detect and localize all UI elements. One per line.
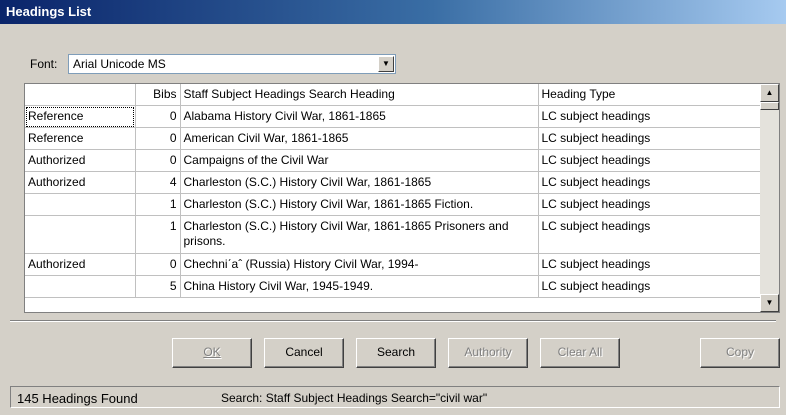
- copy-button[interactable]: Copy: [700, 338, 780, 368]
- row-heading[interactable]: Chechniˊaˆ (Russia) History Civil War, 1…: [180, 253, 539, 276]
- row-bibs[interactable]: 1: [135, 215, 181, 254]
- search-button-label: Search: [376, 345, 416, 359]
- row-status[interactable]: [25, 275, 136, 298]
- table-row[interactable]: 1 Charleston (S.C.) History Civil War, 1…: [25, 215, 761, 254]
- row-bibs[interactable]: 0: [135, 149, 181, 172]
- row-bibs[interactable]: 0: [135, 127, 181, 150]
- table-row[interactable]: Reference 0 American Civil War, 1861-186…: [25, 127, 761, 150]
- cancel-button[interactable]: Cancel: [264, 338, 344, 368]
- column-header-status[interactable]: [25, 84, 136, 106]
- search-button[interactable]: Search: [356, 338, 436, 368]
- authority-button-label: Authority: [464, 345, 512, 359]
- row-heading[interactable]: American Civil War, 1861-1865: [180, 127, 539, 150]
- row-status[interactable]: [25, 193, 136, 216]
- font-label: Font:: [30, 57, 58, 71]
- row-type[interactable]: LC subject headings: [538, 275, 761, 298]
- font-select-value: Arial Unicode MS: [73, 57, 166, 71]
- row-heading[interactable]: Charleston (S.C.) History Civil War, 186…: [180, 215, 539, 254]
- row-status[interactable]: Authorized: [25, 149, 136, 172]
- clear-all-button-label: Clear All: [557, 345, 603, 359]
- row-status[interactable]: Reference: [25, 127, 136, 150]
- row-heading[interactable]: Charleston (S.C.) History Civil War, 186…: [180, 171, 539, 194]
- row-bibs[interactable]: 0: [135, 105, 181, 128]
- status-bar: 145 Headings Found Search: Staff Subject…: [10, 386, 780, 408]
- row-type[interactable]: LC subject headings: [538, 149, 761, 172]
- column-header-bibs[interactable]: Bibs: [135, 84, 181, 106]
- row-status[interactable]: [25, 215, 136, 254]
- row-heading[interactable]: Charleston (S.C.) History Civil War, 186…: [180, 193, 539, 216]
- window-title: Headings List: [0, 0, 786, 24]
- column-header-type[interactable]: Heading Type: [538, 84, 761, 106]
- row-status[interactable]: Authorized: [25, 253, 136, 276]
- column-header-heading[interactable]: Staff Subject Headings Search Heading: [180, 84, 539, 106]
- row-bibs[interactable]: 0: [135, 253, 181, 276]
- row-heading[interactable]: Campaigns of the Civil War: [180, 149, 539, 172]
- clear-all-button[interactable]: Clear All: [540, 338, 620, 368]
- row-bibs[interactable]: 1: [135, 193, 181, 216]
- authority-button[interactable]: Authority: [448, 338, 528, 368]
- cancel-button-label: Cancel: [285, 345, 323, 359]
- row-type[interactable]: LC subject headings: [538, 253, 761, 276]
- status-count: 145 Headings Found: [17, 391, 138, 406]
- scrollbar-thumb[interactable]: [760, 102, 779, 110]
- font-select[interactable]: Arial Unicode MS ▼: [68, 54, 396, 74]
- table-row[interactable]: Authorized 4 Charleston (S.C.) History C…: [25, 171, 761, 194]
- row-heading[interactable]: China History Civil War, 1945-1949.: [180, 275, 539, 298]
- row-type[interactable]: LC subject headings: [538, 193, 761, 216]
- status-search: Search: Staff Subject Headings Search="c…: [221, 391, 488, 405]
- headings-table: Bibs Staff Subject Headings Search Headi…: [25, 84, 761, 298]
- table-row[interactable]: 1 Charleston (S.C.) History Civil War, 1…: [25, 193, 761, 216]
- table-row[interactable]: Authorized 0 Chechniˊaˆ (Russia) History…: [25, 253, 761, 276]
- table-row[interactable]: 5 China History Civil War, 1945-1949. LC…: [25, 275, 761, 298]
- scroll-up-icon[interactable]: ▲: [760, 84, 779, 102]
- copy-button-label: Copy: [725, 345, 754, 359]
- row-type[interactable]: LC subject headings: [538, 215, 761, 254]
- row-type[interactable]: LC subject headings: [538, 127, 761, 150]
- row-status[interactable]: Authorized: [25, 171, 136, 194]
- ok-button-label: OK: [203, 345, 221, 359]
- table-row[interactable]: Reference 0 Alabama History Civil War, 1…: [25, 105, 761, 128]
- row-bibs[interactable]: 5: [135, 275, 181, 298]
- ok-button[interactable]: OK: [172, 338, 252, 368]
- table-header-row: Bibs Staff Subject Headings Search Headi…: [25, 84, 761, 106]
- scroll-down-icon[interactable]: ▼: [760, 294, 779, 312]
- row-status[interactable]: Reference: [25, 105, 136, 128]
- row-bibs[interactable]: 4: [135, 171, 181, 194]
- vertical-scrollbar[interactable]: ▲ ▼: [760, 84, 779, 312]
- chevron-down-icon[interactable]: ▼: [378, 56, 394, 72]
- separator: [10, 320, 776, 322]
- row-type[interactable]: LC subject headings: [538, 105, 761, 128]
- row-heading[interactable]: Alabama History Civil War, 1861-1865: [180, 105, 539, 128]
- row-type[interactable]: LC subject headings: [538, 171, 761, 194]
- headings-grid[interactable]: Bibs Staff Subject Headings Search Headi…: [24, 83, 780, 313]
- table-row[interactable]: Authorized 0 Campaigns of the Civil War …: [25, 149, 761, 172]
